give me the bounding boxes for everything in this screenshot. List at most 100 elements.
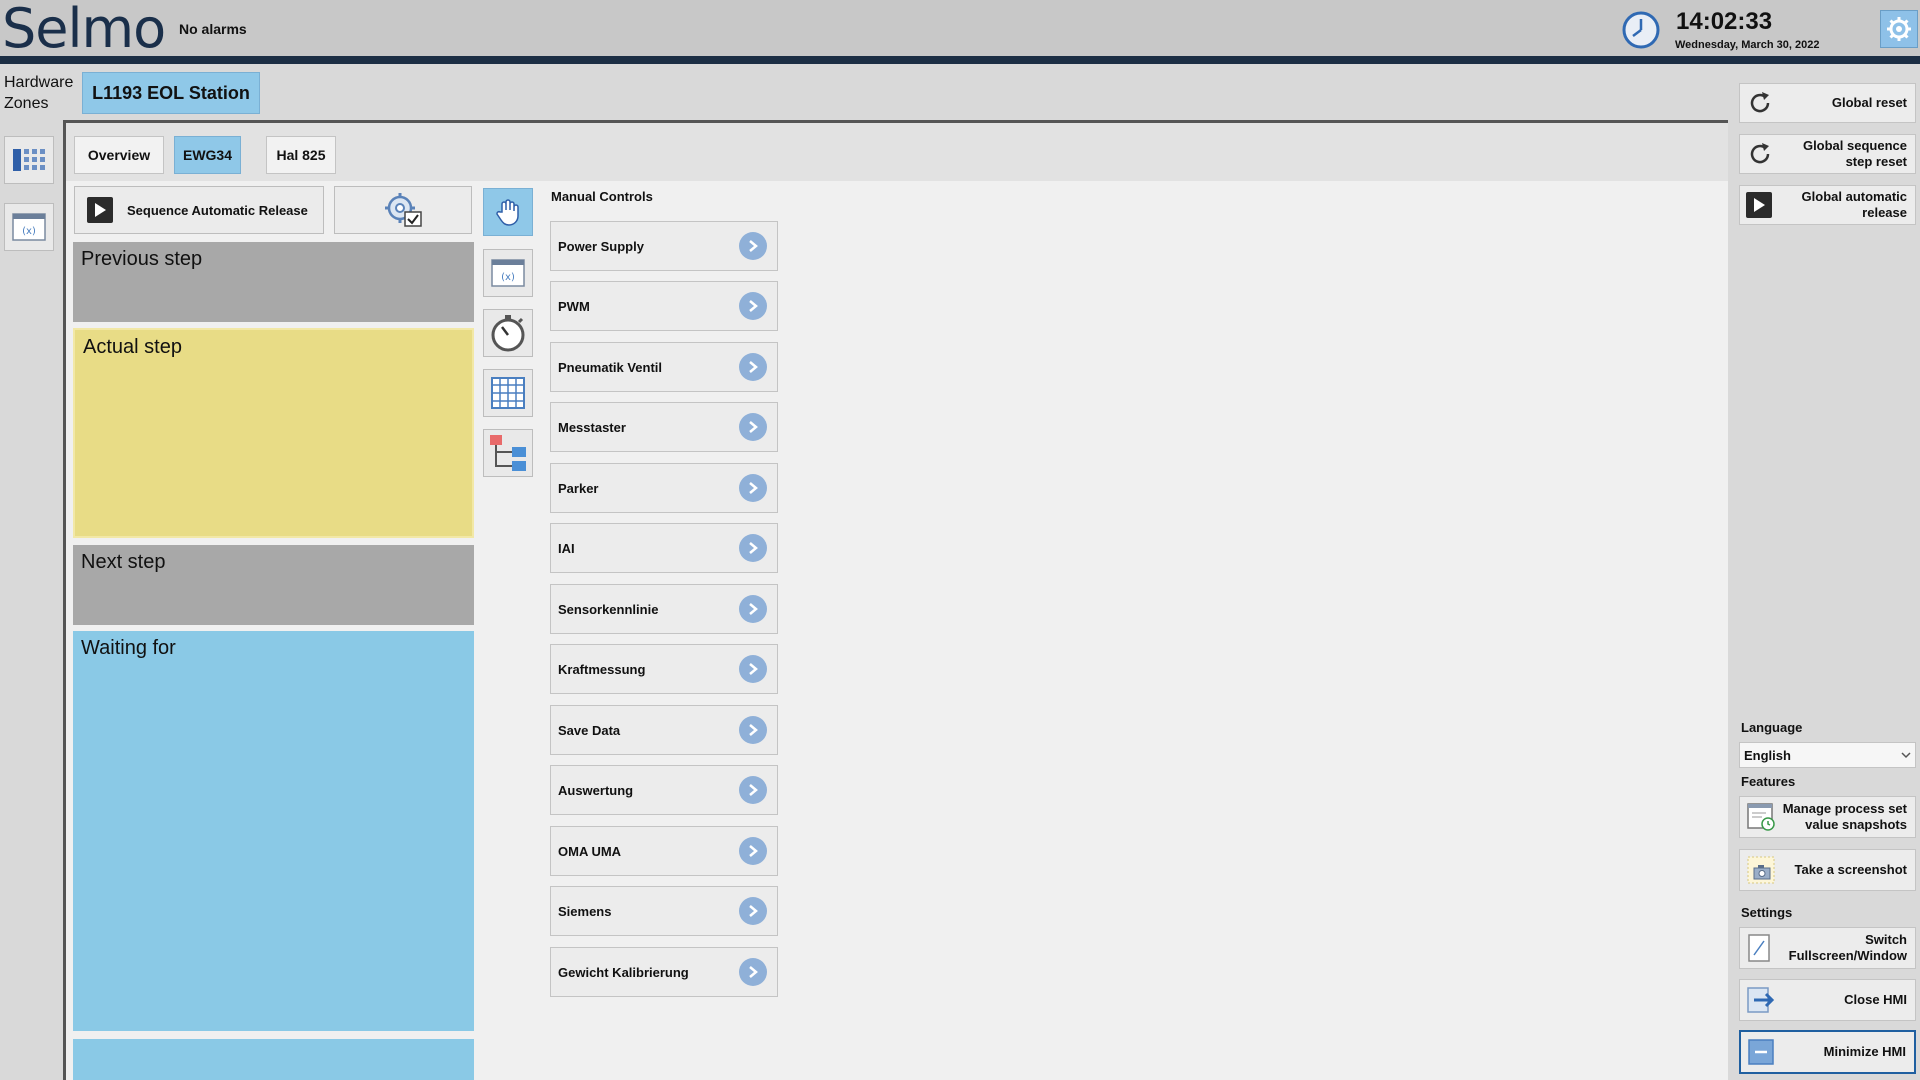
hardware-zones-label: Hardware Zones: [4, 74, 74, 112]
hand-icon: [496, 199, 519, 226]
manual-control-item[interactable]: PWM: [550, 281, 778, 331]
stopwatch-icon: [491, 315, 525, 352]
next-step-box: Next step: [73, 545, 474, 625]
manage-snapshots-button[interactable]: Manage process set value snapshots: [1739, 796, 1916, 838]
global-sequence-step-reset-button[interactable]: Global sequence step reset: [1739, 134, 1916, 174]
manual-control-button[interactable]: [483, 188, 533, 236]
manual-control-label: Auswertung: [558, 782, 634, 798]
chevron-right-icon: [739, 837, 767, 865]
language-label: Language: [1741, 720, 1803, 735]
variables-window-icon: (x): [12, 213, 46, 241]
hierarchy-tool-button[interactable]: [483, 429, 533, 477]
manual-control-item[interactable]: Messtaster: [550, 402, 778, 452]
switch-fullscreen-label: Switch Fullscreen/Window: [1788, 932, 1907, 963]
gear-check-icon: [385, 193, 422, 227]
previous-step-box: Previous step: [73, 242, 474, 322]
station-panel: Overview EWG34 Hal 825 Sequence Automati…: [63, 120, 1728, 1080]
station-subtabs: Overview EWG34 Hal 825: [66, 123, 1728, 181]
manual-control-label: Power Supply: [558, 238, 644, 254]
manual-control-item[interactable]: Save Data: [550, 705, 778, 755]
manual-control-item[interactable]: Power Supply: [550, 221, 778, 271]
clock-date: Wednesday, March 30, 2022: [1675, 39, 1820, 51]
manual-control-item[interactable]: Sensorkennlinie: [550, 584, 778, 634]
manual-control-label: PWM: [558, 298, 590, 314]
header-divider: [0, 56, 1920, 64]
play-icon: [87, 197, 113, 223]
manual-controls-title: Manual Controls: [551, 189, 653, 204]
tab-hal-825[interactable]: Hal 825: [266, 136, 336, 174]
manage-snapshots-label: Manage process set value snapshots: [1782, 801, 1907, 832]
manual-control-item[interactable]: Auswertung: [550, 765, 778, 815]
manual-control-label: Siemens: [558, 903, 612, 919]
chevron-right-icon: [739, 353, 767, 381]
grid-table-icon: [491, 377, 525, 409]
snapshot-document-icon: [1747, 803, 1775, 831]
take-screenshot-button[interactable]: Take a screenshot: [1739, 849, 1916, 891]
global-sequence-step-reset-label: Global sequence step reset: [1802, 138, 1907, 169]
global-automatic-release-button[interactable]: Global automatic release: [1739, 185, 1916, 225]
sequence-settings-button[interactable]: [334, 186, 472, 234]
manual-control-item[interactable]: Gewicht Kalibrierung: [550, 947, 778, 997]
chevron-right-icon: [739, 413, 767, 441]
exit-arrow-icon: [1747, 987, 1775, 1013]
manual-control-item[interactable]: Parker: [550, 463, 778, 513]
features-label: Features: [1741, 774, 1796, 789]
tree-hierarchy-icon: [490, 435, 526, 471]
global-reset-label: Global reset: [1831, 95, 1907, 110]
dashboard-view-button[interactable]: [4, 136, 54, 184]
global-reset-button[interactable]: Global reset: [1739, 83, 1916, 123]
chevron-right-icon: [739, 655, 767, 683]
header: Selmo No alarms 14:02:33 Wednesday, Marc…: [0, 0, 1920, 58]
global-automatic-release-label: Global automatic release: [1801, 189, 1907, 220]
tab-ewg34[interactable]: EWG34: [174, 136, 241, 174]
manual-control-label: IAI: [558, 540, 575, 556]
language-select[interactable]: English: [1739, 742, 1916, 768]
settings-gear-button[interactable]: [1880, 10, 1918, 48]
manual-control-item[interactable]: Siemens: [550, 886, 778, 936]
chevron-right-icon: [739, 776, 767, 804]
sequence-release-label: Sequence Automatic Release: [127, 202, 308, 218]
settings-label: Settings: [1741, 905, 1793, 920]
manual-control-label: OMA UMA: [558, 843, 622, 859]
fullscreen-toggle-icon: [1748, 934, 1770, 962]
take-screenshot-label: Take a screenshot: [1794, 862, 1907, 877]
manual-control-label: Parker: [558, 480, 599, 496]
chevron-down-icon: [1901, 752, 1911, 759]
variables-tool-button[interactable]: (x): [483, 249, 533, 297]
chevron-right-icon: [739, 534, 767, 562]
manual-control-label: Gewicht Kalibrierung: [558, 964, 689, 980]
dashboard-icon: [13, 149, 45, 171]
manual-control-label: Sensorkennlinie: [558, 601, 659, 617]
manual-control-item[interactable]: IAI: [550, 523, 778, 573]
chevron-right-icon: [739, 595, 767, 623]
switch-fullscreen-button[interactable]: Switch Fullscreen/Window: [1739, 927, 1916, 969]
manual-control-label: Messtaster: [558, 419, 626, 435]
close-hmi-label: Close HMI: [1844, 992, 1907, 1007]
tab-overview[interactable]: Overview: [74, 136, 164, 174]
chevron-right-icon: [739, 958, 767, 986]
manual-control-item[interactable]: OMA UMA: [550, 826, 778, 876]
manual-control-label: Pneumatik Ventil: [558, 359, 663, 375]
close-hmi-button[interactable]: Close HMI: [1739, 979, 1916, 1021]
variables-window-icon: (x): [491, 259, 525, 287]
chevron-right-icon: [739, 232, 767, 260]
minimize-icon: [1748, 1039, 1774, 1065]
chevron-right-icon: [739, 474, 767, 502]
minimize-hmi-button[interactable]: Minimize HMI: [1739, 1030, 1916, 1074]
reset-arrow-icon: [1750, 92, 1770, 113]
manual-control-item[interactable]: Pneumatik Ventil: [550, 342, 778, 392]
alarm-status[interactable]: No alarms: [179, 21, 247, 37]
camera-icon: [1747, 856, 1775, 884]
manual-control-label: Kraftmessung: [558, 661, 646, 677]
svg-text:(x): (x): [501, 272, 515, 283]
sequence-automatic-release-button[interactable]: Sequence Automatic Release: [74, 186, 324, 234]
chevron-right-icon: [739, 897, 767, 925]
variables-view-button[interactable]: (x): [4, 203, 54, 251]
clock-icon: [1622, 11, 1660, 49]
timer-tool-button[interactable]: [483, 309, 533, 357]
zone-tab-l1193[interactable]: L1193 EOL Station: [82, 72, 260, 114]
play-icon: [1746, 192, 1772, 218]
table-tool-button[interactable]: [483, 369, 533, 417]
gear-icon: [1887, 17, 1911, 41]
manual-control-item[interactable]: Kraftmessung: [550, 644, 778, 694]
